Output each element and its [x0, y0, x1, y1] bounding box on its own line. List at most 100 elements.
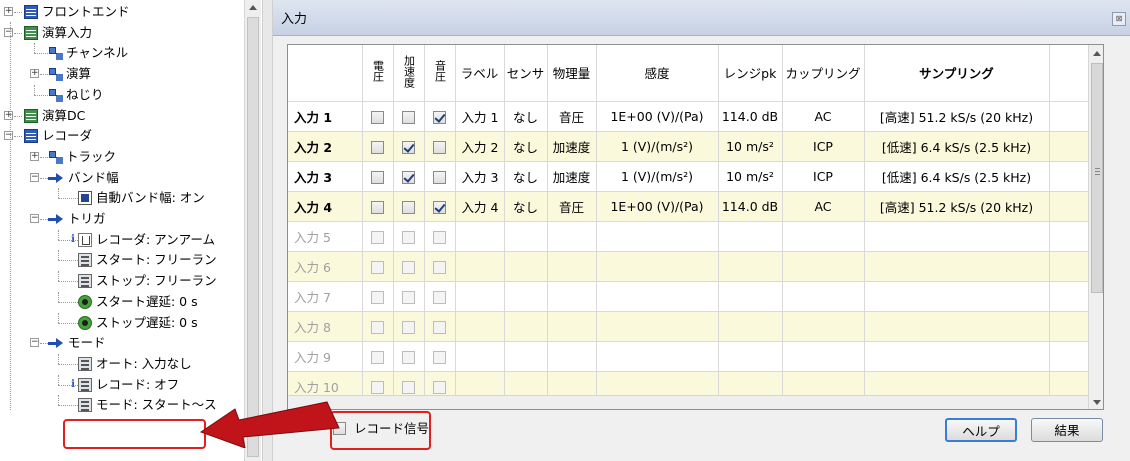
- acceleration-checkbox[interactable]: [402, 320, 415, 334]
- header-quantity[interactable]: 物理量: [547, 45, 597, 102]
- table-row[interactable]: 入力 7: [288, 281, 1089, 312]
- acceleration-checkbox[interactable]: [402, 380, 415, 394]
- range-cell[interactable]: 10 m/s²: [718, 131, 783, 162]
- tree-item[interactable]: − モード: [0, 333, 244, 353]
- tree-item[interactable]: + 演算DC: [0, 106, 244, 126]
- sampling-cell[interactable]: [864, 311, 1050, 342]
- coupling-cell[interactable]: [782, 281, 865, 312]
- label-cell[interactable]: [455, 341, 505, 372]
- tree-item[interactable]: 自動バンド幅: オン: [0, 188, 244, 208]
- tree-item[interactable]: − 演算入力: [0, 23, 244, 43]
- acceleration-checkbox[interactable]: [402, 170, 415, 184]
- row-header[interactable]: 入力 1: [288, 101, 363, 132]
- scroll-up-arrow-icon[interactable]: [245, 0, 261, 16]
- expand-icon[interactable]: +: [30, 69, 39, 79]
- sensor-cell[interactable]: [504, 341, 548, 372]
- label-cell[interactable]: [455, 281, 505, 312]
- tree-item[interactable]: オート: 入力なし: [0, 353, 244, 374]
- label-cell[interactable]: 入力 1: [455, 101, 505, 132]
- tree-item[interactable]: スタート: フリーラン: [0, 250, 244, 270]
- tree-item[interactable]: ストップ遅延: 0 s: [0, 312, 244, 333]
- help-button[interactable]: ヘルプ: [945, 418, 1017, 442]
- label-cell[interactable]: 入力 2: [455, 131, 505, 162]
- table-row[interactable]: 入力 3 入力 3 なし 加速度 1 (V)/(m/s²) 10 m/s² ICP [低速] …: [288, 161, 1089, 192]
- row-header[interactable]: 入力 6: [288, 251, 363, 282]
- sampling-cell[interactable]: [864, 251, 1050, 282]
- tree-item[interactable]: − レコーダ: [0, 126, 244, 146]
- tree-item[interactable]: i レコーダ: アンアーム: [0, 229, 244, 250]
- header-coupling[interactable]: カップリング: [782, 45, 865, 102]
- scroll-thumb[interactable]: [1091, 63, 1103, 293]
- coupling-cell[interactable]: ICP: [782, 161, 865, 192]
- voltage-checkbox[interactable]: [371, 380, 384, 394]
- sensor-cell[interactable]: [504, 251, 548, 282]
- table-row[interactable]: 入力 9: [288, 341, 1089, 372]
- voltage-checkbox[interactable]: [371, 140, 384, 154]
- sampling-cell[interactable]: [低速] 6.4 kS/s (2.5 kHz): [864, 131, 1050, 162]
- sensor-cell[interactable]: なし: [504, 161, 548, 192]
- coupling-cell[interactable]: AC: [782, 191, 865, 222]
- header-sampling[interactable]: サンプリング: [864, 45, 1050, 102]
- sampling-cell[interactable]: [低速] 6.4 kS/s (2.5 kHz): [864, 161, 1050, 192]
- header-label[interactable]: ラベル: [455, 45, 505, 102]
- range-cell[interactable]: [718, 341, 783, 372]
- sensitivity-cell[interactable]: [596, 221, 719, 252]
- scroll-down-arrow-icon[interactable]: [1089, 395, 1103, 409]
- voltage-checkbox[interactable]: [371, 350, 384, 364]
- header-sensitivity[interactable]: 感度: [596, 45, 719, 102]
- header-voltage[interactable]: 電圧: [362, 45, 394, 102]
- table-row[interactable]: 入力 1 入力 1 なし 音圧 1E+00 (V)/(Pa) 114.0 dB AC [高速]…: [288, 101, 1089, 132]
- sound-pressure-checkbox[interactable]: [433, 320, 446, 334]
- label-cell[interactable]: [455, 251, 505, 282]
- sensitivity-cell[interactable]: 1 (V)/(m/s²): [596, 131, 719, 162]
- collapse-icon[interactable]: −: [4, 131, 13, 141]
- tree-item[interactable]: + トラック: [0, 147, 244, 167]
- acceleration-checkbox[interactable]: [402, 110, 415, 124]
- voltage-checkbox[interactable]: [371, 320, 384, 334]
- sampling-cell[interactable]: [高速] 51.2 kS/s (20 kHz): [864, 191, 1050, 222]
- label-cell[interactable]: [455, 221, 505, 252]
- row-header[interactable]: 入力 3: [288, 161, 363, 192]
- header-sound-pressure[interactable]: 音圧: [424, 45, 456, 102]
- sound-pressure-checkbox[interactable]: [433, 200, 446, 214]
- quantity-cell[interactable]: [547, 281, 597, 312]
- sensor-cell[interactable]: なし: [504, 101, 548, 132]
- tree-item[interactable]: − トリガ: [0, 209, 244, 229]
- range-cell[interactable]: [718, 311, 783, 342]
- sampling-cell[interactable]: [864, 341, 1050, 372]
- voltage-checkbox[interactable]: [371, 200, 384, 214]
- sound-pressure-checkbox[interactable]: [433, 140, 446, 154]
- header-acceleration[interactable]: 加速度: [393, 45, 425, 102]
- sensitivity-cell[interactable]: 1E+00 (V)/(Pa): [596, 101, 719, 132]
- range-cell[interactable]: [718, 251, 783, 282]
- tree-item[interactable]: チャンネル: [0, 43, 244, 63]
- tree-item[interactable]: ストップ: フリーラン: [0, 271, 244, 291]
- range-cell[interactable]: 114.0 dB: [718, 191, 783, 222]
- expand-icon[interactable]: +: [30, 151, 39, 161]
- quantity-cell[interactable]: [547, 341, 597, 372]
- tree-item[interactable]: + フロントエンド: [0, 2, 244, 22]
- tree-item[interactable]: − バンド幅: [0, 168, 244, 188]
- sensor-cell[interactable]: なし: [504, 191, 548, 222]
- sensor-cell[interactable]: なし: [504, 131, 548, 162]
- header-range[interactable]: レンジpk: [718, 45, 783, 102]
- sound-pressure-checkbox[interactable]: [433, 230, 446, 244]
- sensor-cell[interactable]: [504, 281, 548, 312]
- range-cell[interactable]: [718, 281, 783, 312]
- table-row[interactable]: 入力 4 入力 4 なし 音圧 1E+00 (V)/(Pa) 114.0 dB AC [高速]…: [288, 191, 1089, 222]
- range-cell[interactable]: 10 m/s²: [718, 161, 783, 192]
- quantity-cell[interactable]: 加速度: [547, 161, 597, 192]
- sensitivity-cell[interactable]: [596, 251, 719, 282]
- quantity-cell[interactable]: [547, 251, 597, 282]
- expand-icon[interactable]: +: [4, 7, 13, 16]
- collapse-icon[interactable]: −: [30, 172, 39, 182]
- coupling-cell[interactable]: [782, 221, 865, 252]
- header-sensor[interactable]: センサ: [504, 45, 548, 102]
- coupling-cell[interactable]: ICP: [782, 131, 865, 162]
- label-cell[interactable]: [455, 311, 505, 342]
- row-header[interactable]: 入力 5: [288, 221, 363, 252]
- acceleration-checkbox[interactable]: [402, 350, 415, 364]
- collapse-icon[interactable]: −: [4, 27, 13, 37]
- coupling-cell[interactable]: [782, 311, 865, 342]
- sound-pressure-checkbox[interactable]: [433, 110, 446, 124]
